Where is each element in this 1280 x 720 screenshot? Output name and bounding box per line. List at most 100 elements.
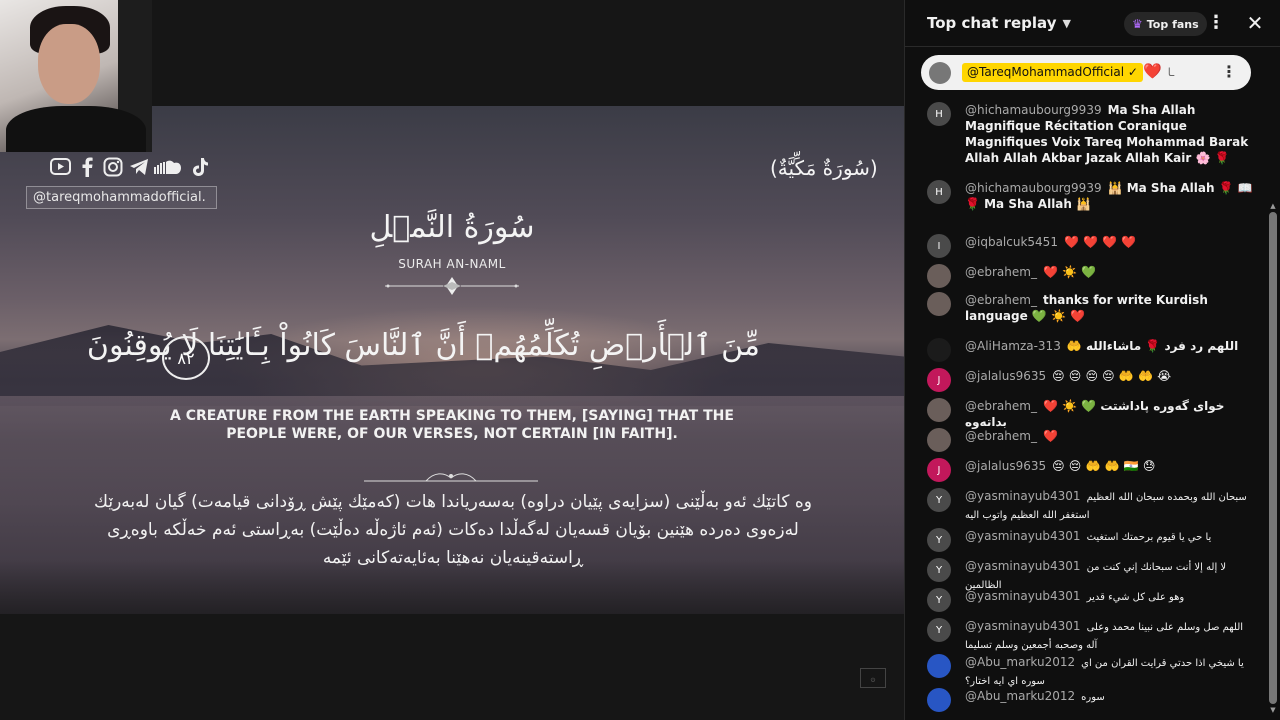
- chat-message-text: 🤲 اللهم رد فرد 🌹 ماشاءالله: [1066, 339, 1239, 353]
- chat-message-text: 😔 😔 🤲 🤲 🇮🇳 😓: [1052, 459, 1156, 473]
- pinned-message[interactable]: @TareqMohammadOfficial ✓ ❤️ ـا ⋮: [921, 55, 1251, 90]
- pinned-author-badge: @TareqMohammadOfficial ✓: [962, 63, 1143, 82]
- avatar[interactable]: J: [927, 368, 951, 392]
- chat-author[interactable]: @yasminayub4301: [965, 589, 1081, 603]
- webcam-overlay: [0, 0, 152, 152]
- chat-message-body: @yasminayub4301 سبحان الله وبحمده سبحان ا…: [965, 488, 1255, 524]
- avatar[interactable]: I: [927, 234, 951, 258]
- chat-message-body: @ebrahem_ ❤️ ☀️ 💚 خوای گەورە پاداشتت بدات…: [965, 398, 1255, 430]
- chat-message-text: ❤️: [1042, 429, 1058, 443]
- verse-arabic: مِّنَ ٱلۡأَرۡضِ تُكَلِّمُهُمۡ أَنَّ ٱلنَ…: [86, 328, 760, 363]
- chat-message-body: @iqbalcuk5451 ❤️ ❤️ ❤️ ❤️: [965, 234, 1255, 250]
- chat-author[interactable]: @AliHamza-313: [965, 339, 1061, 353]
- live-chat-panel: Top chat replay ▼ ♛ Top fans ⋮ ✕ @TareqM…: [904, 0, 1280, 720]
- chat-message-body: @jalalus9635 😔 😔 🤲 🤲 🇮🇳 😓: [965, 458, 1255, 474]
- soundcloud-icon: [154, 156, 184, 177]
- translation-divider: [364, 473, 538, 482]
- chat-author[interactable]: @yasminayub4301: [965, 619, 1081, 633]
- chat-message-body: @yasminayub4301 وهو على كل شيء قدير: [965, 588, 1255, 606]
- close-icon[interactable]: ✕: [1243, 10, 1267, 36]
- chat-mode-label: Top chat replay: [927, 14, 1057, 32]
- chat-message-text: وهو على كل شيء قدير: [1086, 592, 1185, 603]
- chat-message-list[interactable]: H @hichamaubourg9939 Ma Sha Allah Magnifiq…: [905, 96, 1265, 720]
- chat-author[interactable]: @ebrahem_: [965, 293, 1037, 307]
- verse-kurdish-line: ڕاستەقینەیان نەهێنا بەئایەتەکانی ئێمە: [322, 548, 584, 568]
- chat-author[interactable]: @ebrahem_: [965, 399, 1037, 413]
- top-fans-button[interactable]: ♛ Top fans: [1124, 12, 1207, 36]
- video-player[interactable]: @tareqmohammadofficial. (سُورَةٌ مَكِّيَ…: [0, 0, 904, 720]
- app-root: @tareqmohammadofficial. (سُورَةٌ مَكِّيَ…: [0, 0, 1280, 720]
- chat-message-body: @ebrahem_ ❤️: [965, 428, 1255, 444]
- pinned-message-text: ❤️ ـا: [1143, 62, 1175, 80]
- chat-author[interactable]: @ebrahem_: [965, 429, 1037, 443]
- chat-message-text: سوره: [1081, 692, 1105, 703]
- avatar[interactable]: [927, 428, 951, 452]
- avatar[interactable]: [927, 338, 951, 362]
- chat-message-body: @Abu_marku2012 سوره: [965, 688, 1255, 706]
- chat-author[interactable]: @yasminayub4301: [965, 559, 1081, 573]
- avatar[interactable]: [927, 398, 951, 422]
- chat-author[interactable]: @yasminayub4301: [965, 489, 1081, 503]
- chat-author[interactable]: @ebrahem_: [965, 265, 1037, 279]
- chat-message-text: يا حي يا قيوم برحمتك استغيث: [1086, 532, 1212, 543]
- verse-english-translation: A CREATURE FROM THE EARTH SPEAKING TO TH…: [170, 408, 734, 442]
- avatar[interactable]: [927, 264, 951, 288]
- chat-scrollbar[interactable]: [1269, 212, 1277, 704]
- video-bottom-shade: [0, 560, 904, 720]
- chat-author[interactable]: @iqbalcuk5451: [965, 235, 1058, 249]
- avatar[interactable]: Y: [927, 588, 951, 612]
- chat-author[interactable]: @Abu_marku2012: [965, 655, 1075, 669]
- scroll-up-arrow-icon[interactable]: ▲: [1269, 202, 1277, 210]
- chat-message-text: 😔 😔 😔 😔 🤲 🤲 😭: [1052, 369, 1172, 383]
- avatar[interactable]: H: [927, 102, 951, 126]
- avatar[interactable]: Y: [927, 618, 951, 642]
- facebook-icon: [76, 156, 97, 177]
- chat-author[interactable]: @yasminayub4301: [965, 529, 1081, 543]
- chat-message-body: @yasminayub4301 يا حي يا قيوم برحمتك استغ…: [965, 528, 1255, 546]
- channel-watermark-icon[interactable]: ۞: [860, 668, 886, 688]
- chat-message-text: ❤️ ☀️ 💚: [1042, 265, 1097, 279]
- verse-kurdish-line: وە کاتێك ئەو بەڵێنی (سزایەی پێیان دراوە)…: [94, 492, 812, 512]
- ornament-divider: [385, 277, 519, 295]
- avatar[interactable]: [927, 654, 951, 678]
- tiktok-icon: [189, 156, 210, 177]
- avatar[interactable]: [927, 688, 951, 712]
- social-icons-row: [50, 156, 210, 177]
- avatar[interactable]: Y: [927, 488, 951, 512]
- chat-message-body: @hichamaubourg9939 Ma Sha Allah Magnifiqu…: [965, 102, 1255, 166]
- avatar[interactable]: Y: [927, 558, 951, 582]
- top-fans-label: Top fans: [1146, 17, 1199, 31]
- chevron-down-icon: ▼: [1062, 16, 1071, 30]
- verse-kurdish-translation: وە کاتێك ئەو بەڵێنی (سزایەی پێیان دراوە)…: [40, 488, 866, 572]
- instagram-icon: [102, 156, 123, 177]
- chat-header: Top chat replay ▼ ♛ Top fans ⋮ ✕: [905, 0, 1280, 47]
- verse-kurdish-line: لەزەوی دەردە هێنین بۆیان قسەیان لەگەڵدا …: [107, 520, 799, 540]
- chat-message-body: @ebrahem_ ❤️ ☀️ 💚: [965, 264, 1255, 280]
- chat-author[interactable]: @hichamaubourg9939: [965, 103, 1102, 117]
- scroll-down-arrow-icon[interactable]: ▼: [1269, 706, 1277, 714]
- avatar: [929, 62, 951, 84]
- chat-author[interactable]: @jalalus9635: [965, 369, 1046, 383]
- youtube-icon: [50, 156, 71, 177]
- surah-name-english: SURAH AN-NAML: [398, 257, 506, 271]
- chat-message-body: @hichamaubourg9939 🕌 Ma Sha Allah 🌹 📖 🌹 M…: [965, 180, 1255, 212]
- telegram-icon: [128, 156, 149, 177]
- channel-handle: @tareqmohammadofficial.: [26, 186, 217, 209]
- chat-author[interactable]: @Abu_marku2012: [965, 689, 1075, 703]
- avatar[interactable]: J: [927, 458, 951, 482]
- crown-icon: ♛: [1132, 17, 1143, 31]
- chat-message-body: @Abu_marku2012 يا شيخي اذا حدتي قرايت الق…: [965, 654, 1255, 690]
- chat-author[interactable]: @jalalus9635: [965, 459, 1046, 473]
- avatar[interactable]: Y: [927, 528, 951, 552]
- chat-message-body: @AliHamza-313 🤲 اللهم رد فرد 🌹 ماشاءالله: [965, 338, 1255, 354]
- verse-number-badge: ٨٢: [162, 336, 210, 380]
- chat-message-body: @ebrahem_ thanks for write Kurdish langua…: [965, 292, 1255, 324]
- more-options-icon[interactable]: ⋮: [1205, 12, 1227, 36]
- avatar[interactable]: H: [927, 180, 951, 204]
- surah-type-label: (سُورَةٌ مَكِّيَّةٌ): [770, 156, 878, 180]
- chat-mode-dropdown[interactable]: Top chat replay ▼: [927, 14, 1071, 32]
- chat-message-text: ❤️ ❤️ ❤️ ❤️: [1063, 235, 1137, 249]
- avatar[interactable]: [927, 292, 951, 316]
- chat-author[interactable]: @hichamaubourg9939: [965, 181, 1102, 195]
- pinned-more-icon[interactable]: ⋮: [1221, 61, 1237, 83]
